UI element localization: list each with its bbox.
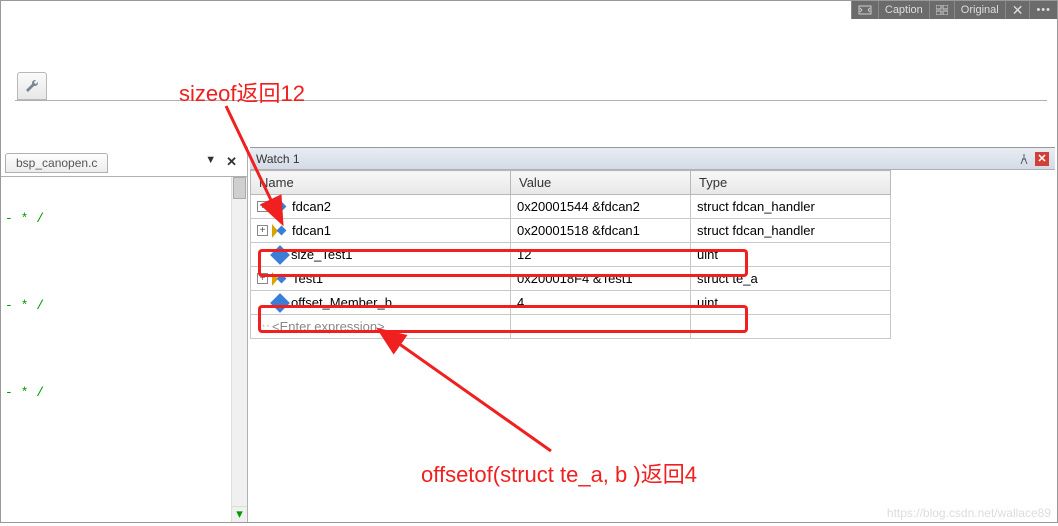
- code-editor[interactable]: - * / - * / - * / ▾: [1, 177, 247, 522]
- enter-expression-text: <Enter expression>: [272, 319, 385, 334]
- expand-button[interactable]: +: [257, 201, 268, 212]
- watch-value: 0x200018F4 &Test1: [511, 267, 691, 291]
- watch-name: fdcan2: [292, 199, 331, 214]
- watch-panel-titlebar[interactable]: Watch 1 ✕: [250, 148, 1055, 170]
- expand-button[interactable]: +: [257, 273, 268, 284]
- watch-type: uint: [691, 291, 891, 315]
- ide-toolbar: [15, 71, 1047, 101]
- code-fragment: - * /: [5, 385, 44, 400]
- watch-type: struct fdcan_handler: [691, 219, 891, 243]
- variable-icon: [270, 293, 290, 313]
- watch-table: Name Value Type + fdcan2 0x20001544 &fdcan…: [250, 170, 891, 339]
- watch-type: struct te_a: [691, 267, 891, 291]
- watch-type: uint: [691, 243, 891, 267]
- col-type[interactable]: Type: [691, 171, 891, 195]
- original-button[interactable]: Original: [954, 1, 1005, 19]
- annotation-offsetof-text: offsetof(struct te_a, b )返回4: [421, 457, 697, 489]
- code-fragment: - * /: [5, 298, 44, 313]
- scroll-down-button[interactable]: ▾: [232, 506, 247, 522]
- struct-icon: [272, 200, 288, 214]
- expand-button[interactable]: [851, 1, 878, 19]
- watch-row[interactable]: + fdcan1 0x20001518 &fdcan1struct fdcan_ha…: [251, 219, 891, 243]
- caption-button[interactable]: Caption: [878, 1, 929, 19]
- pin-button[interactable]: [1017, 152, 1031, 166]
- enter-expression-row[interactable]: ⋯<Enter expression>: [251, 315, 891, 339]
- watch-name: size_Test1: [291, 247, 352, 262]
- annotation-sizeof-text: sizeof返回12: [179, 76, 305, 108]
- col-name[interactable]: Name: [251, 171, 511, 195]
- watermark: https://blog.csdn.net/wallace89: [887, 506, 1051, 520]
- thumbnails-button[interactable]: [929, 1, 954, 19]
- editor-tabbar: bsp_canopen.c ▼ ✕: [1, 147, 247, 177]
- watch-row[interactable]: offset_Member_b 4uint: [251, 291, 891, 315]
- editor-pane: bsp_canopen.c ▼ ✕ - * / - * / - * / ▾: [1, 147, 248, 522]
- file-tab[interactable]: bsp_canopen.c: [5, 153, 108, 173]
- watch-value: 0x20001544 &fdcan2: [511, 195, 691, 219]
- watch-value: 12: [511, 243, 691, 267]
- panel-close-button[interactable]: ✕: [1035, 152, 1049, 166]
- more-button[interactable]: •••: [1029, 1, 1057, 19]
- expand-button[interactable]: +: [257, 225, 268, 236]
- watch-panel-title: Watch 1: [256, 152, 300, 166]
- image-viewer-toolbar: Caption Original ✕ •••: [851, 1, 1057, 19]
- struct-icon: [272, 272, 288, 286]
- configure-button[interactable]: [17, 72, 47, 100]
- watch-row[interactable]: + Test1 0x200018F4 &Test1struct te_a: [251, 267, 891, 291]
- wrench-icon: [24, 78, 40, 94]
- watch-name: Test1: [292, 271, 323, 286]
- close-button[interactable]: ✕: [1005, 1, 1030, 19]
- watch-name: offset_Member_b: [291, 295, 392, 310]
- tab-close-icon[interactable]: ✕: [226, 154, 237, 170]
- variable-icon: [270, 245, 290, 265]
- watch-row[interactable]: size_Test1 12uint: [251, 243, 891, 267]
- code-fragment: - * /: [5, 211, 44, 226]
- col-value[interactable]: Value: [511, 171, 691, 195]
- watch-type: struct fdcan_handler: [691, 195, 891, 219]
- editor-scrollbar[interactable]: ▾: [231, 177, 247, 522]
- tab-dropdown-icon[interactable]: ▼: [205, 154, 216, 170]
- watch-name: fdcan1: [292, 223, 331, 238]
- struct-icon: [272, 224, 288, 238]
- watch-value: 0x20001518 &fdcan1: [511, 219, 691, 243]
- watch-value: 4: [511, 291, 691, 315]
- watch-row[interactable]: + fdcan2 0x20001544 &fdcan2struct fdcan_ha…: [251, 195, 891, 219]
